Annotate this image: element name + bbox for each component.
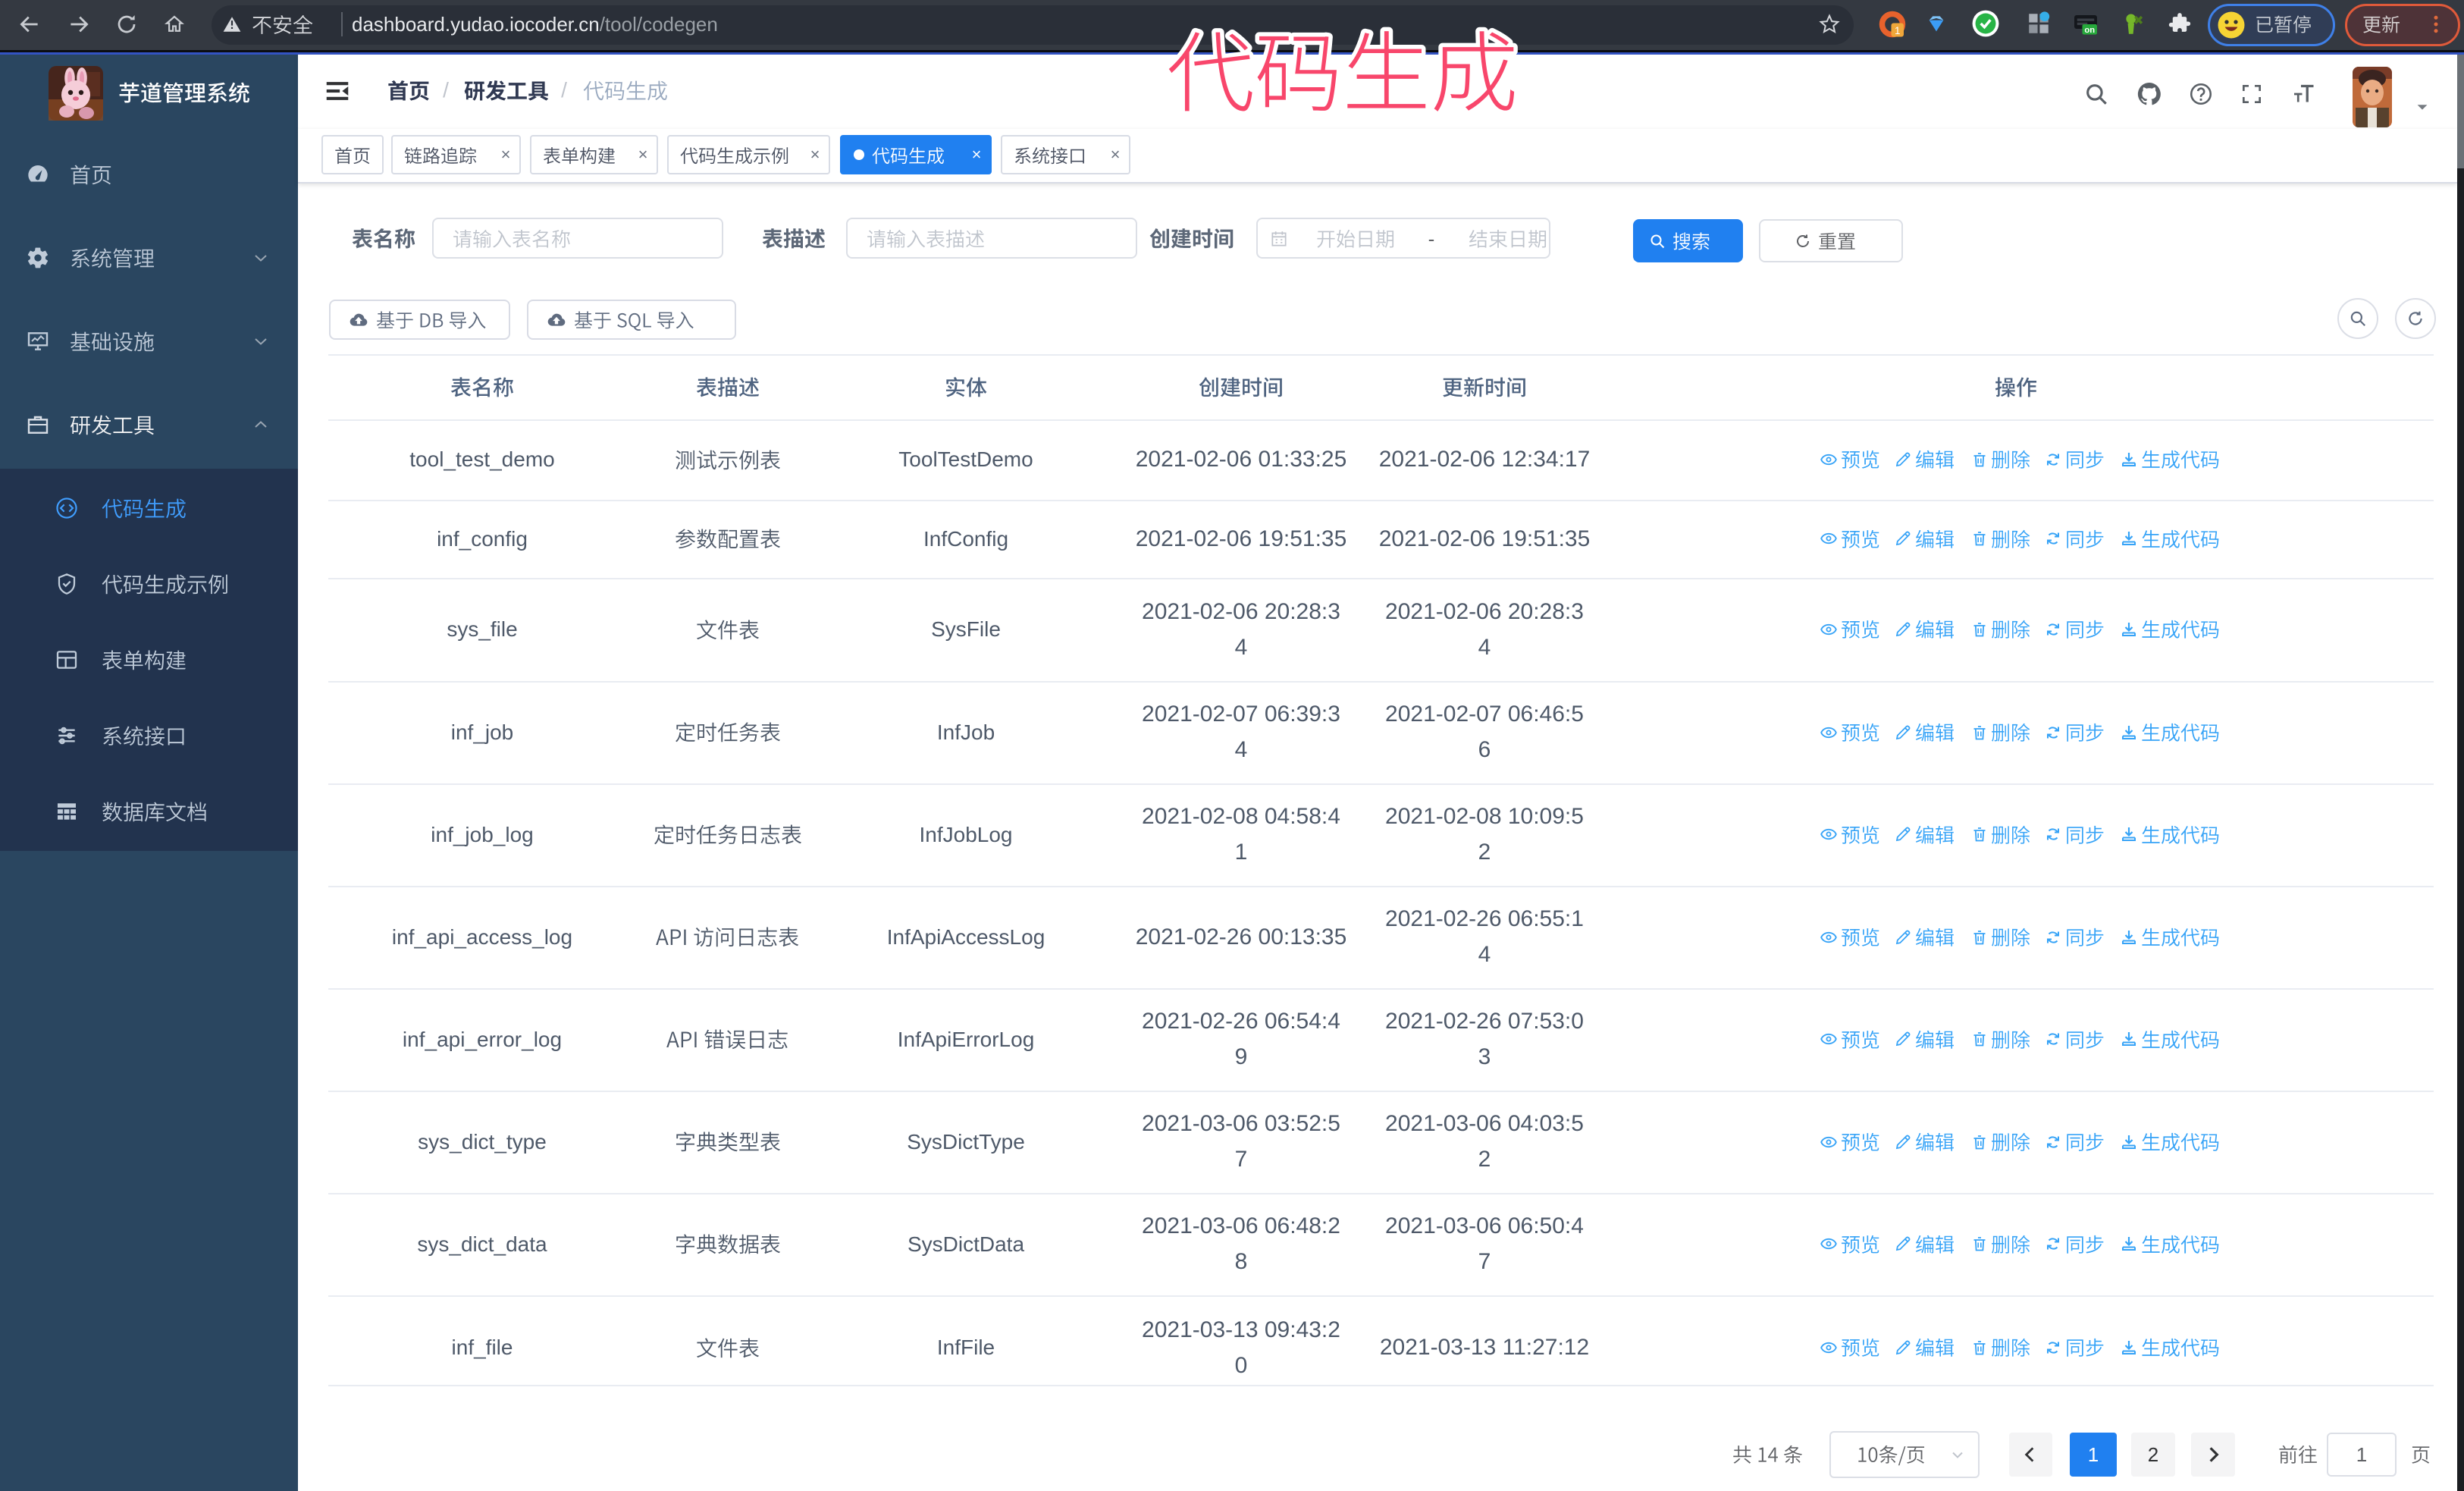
svg-text:on: on (2084, 26, 2095, 35)
svg-text:1: 1 (1895, 25, 1901, 36)
